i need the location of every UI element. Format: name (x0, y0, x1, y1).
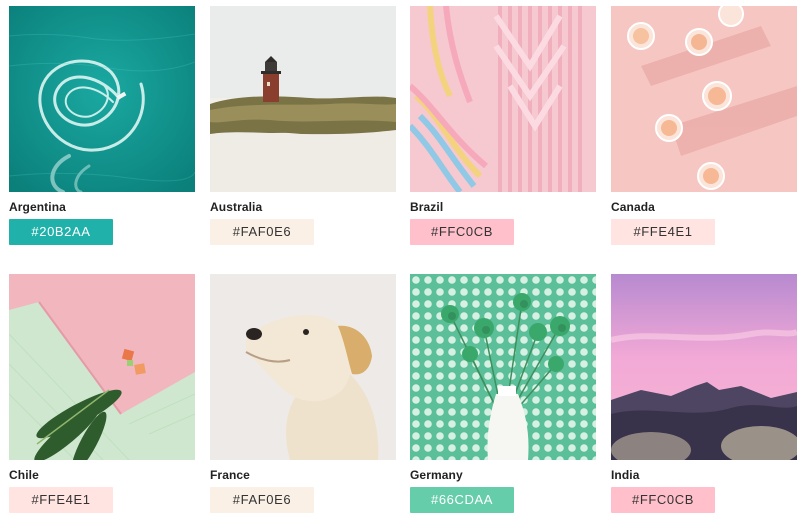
color-swatch[interactable]: #FFC0CB (611, 487, 715, 513)
canada-photo[interactable] (611, 6, 797, 192)
palette-card-brazil: Brazil #FFC0CB (410, 6, 596, 245)
country-name: Brazil (410, 200, 444, 214)
chile-photo[interactable] (9, 274, 195, 460)
country-name: Chile (9, 468, 39, 482)
argentina-photo[interactable] (9, 6, 195, 192)
color-swatch[interactable]: #FFC0CB (410, 219, 514, 245)
palette-card-india: India #FFC0CB (611, 274, 797, 513)
germany-photo[interactable] (410, 274, 596, 460)
country-name: Argentina (9, 200, 66, 214)
france-photo[interactable] (210, 274, 396, 460)
color-swatch[interactable]: #FFE4E1 (611, 219, 715, 245)
palette-card-argentina: Argentina #20B2AA (9, 6, 195, 245)
country-name: Australia (210, 200, 263, 214)
country-name: France (210, 468, 250, 482)
country-name: Canada (611, 200, 655, 214)
country-name: Germany (410, 468, 463, 482)
india-photo[interactable] (611, 274, 797, 460)
palette-card-germany: Germany #66CDAA (410, 274, 596, 513)
color-swatch[interactable]: #FFE4E1 (9, 487, 113, 513)
brazil-photo[interactable] (410, 6, 596, 192)
palette-card-australia: Australia #FAF0E6 (210, 6, 396, 245)
color-swatch[interactable]: #66CDAA (410, 487, 514, 513)
australia-photo[interactable] (210, 6, 396, 192)
color-swatch[interactable]: #20B2AA (9, 219, 113, 245)
palette-card-france: France #FAF0E6 (210, 274, 396, 513)
color-swatch[interactable]: #FAF0E6 (210, 487, 314, 513)
color-swatch[interactable]: #FAF0E6 (210, 219, 314, 245)
palette-card-canada: Canada #FFE4E1 (611, 6, 797, 245)
palette-card-chile: Chile #FFE4E1 (9, 274, 195, 513)
country-name: India (611, 468, 640, 482)
